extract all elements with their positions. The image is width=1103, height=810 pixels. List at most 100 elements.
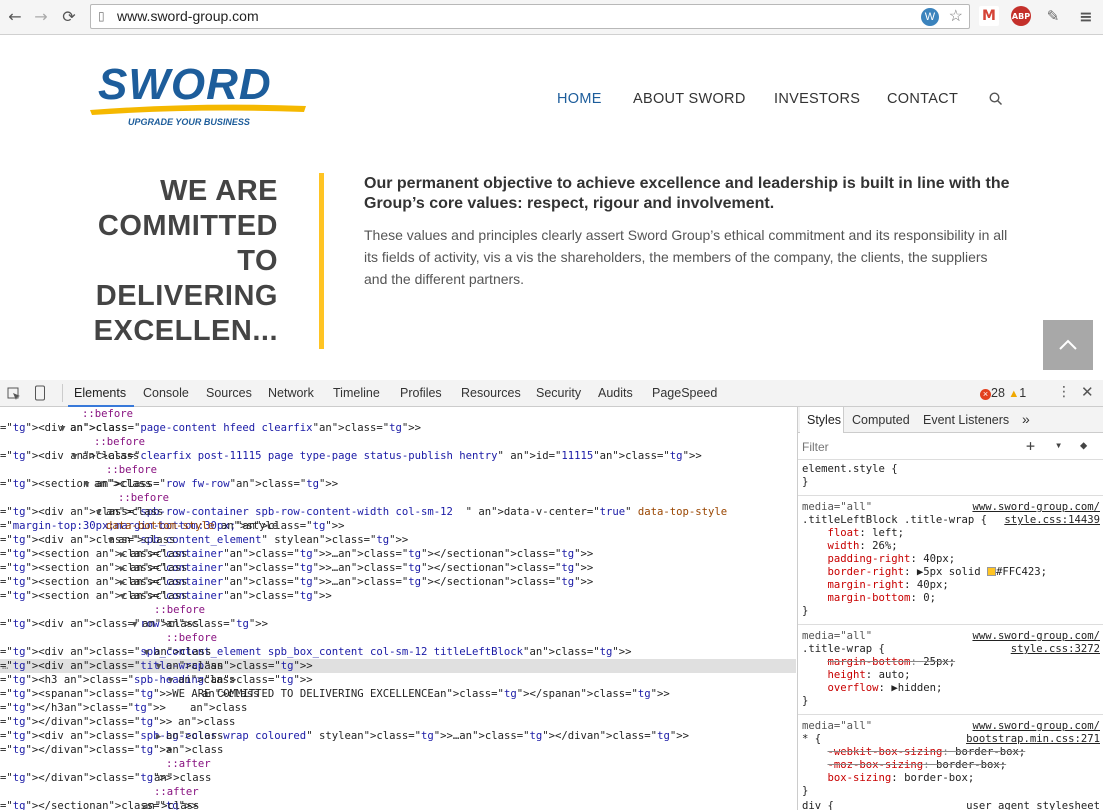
dom-node[interactable]: an">class ="tg"></divan">class="tg">> — [0, 743, 796, 757]
back-to-top-button[interactable] — [1043, 320, 1093, 370]
dom-node[interactable]: data-bottom-style an">style ="margin-top:… — [0, 519, 796, 533]
rule-selector[interactable]: .titleLeftBlock .title-wrap {style.css:1… — [802, 514, 1102, 527]
menu-icon[interactable]: ≡ — [1076, 6, 1096, 26]
tools-icon[interactable]: ✎ — [1043, 6, 1063, 26]
device-mode-icon[interactable] — [34, 385, 46, 405]
expand-toggle-icon[interactable]: ▼ — [84, 478, 94, 492]
tab-styles[interactable]: Styles — [807, 413, 841, 427]
dom-node[interactable]: ▼ an">class ="tg"><section an">class="cont… — [0, 589, 796, 603]
dom-node[interactable]: ▼ an">class ="tg"><div an">class="spb-row-… — [0, 505, 796, 519]
rule-media[interactable]: media="all" www.sword-group.com/ — [802, 720, 1102, 733]
address-bar[interactable]: ▯ www.sword-group.com W ☆ — [90, 4, 970, 29]
tab-console[interactable]: Console — [143, 386, 189, 400]
new-rule-icon[interactable]: + — [1026, 437, 1035, 455]
tab-resources[interactable]: Resources — [461, 386, 521, 400]
style-property[interactable]: margin-right: 40px; — [802, 579, 1102, 592]
dom-node[interactable]: ::before — [0, 407, 796, 421]
dom-node[interactable]: ::before — [0, 603, 796, 617]
style-property[interactable]: border-right: ▶5px solid #FFC423; — [802, 566, 1102, 579]
expand-toggle-icon[interactable]: ▼ — [156, 660, 166, 674]
dom-node[interactable]: ▼ an">class ="tg"><div an">class="clearfix… — [0, 449, 796, 463]
dom-node[interactable]: ▶ an">class ="tg"><section an">class="cont… — [0, 575, 796, 589]
pin-icon[interactable]: ▾ — [1055, 438, 1062, 452]
style-property[interactable]: -moz-box-sizing: border-box; — [802, 759, 1102, 772]
sword-logo[interactable]: SWORD UPGRADE YOUR BUSINESS — [88, 62, 308, 132]
dom-node[interactable]: ::before — [0, 463, 796, 477]
gmail-icon[interactable]: M — [979, 6, 999, 26]
dom-node[interactable]: an">class ="tg"></h3an">class="tg">> — [0, 701, 796, 715]
forward-icon[interactable]: → — [30, 5, 52, 27]
bookmark-star-icon[interactable]: ☆ — [949, 5, 963, 28]
dom-node[interactable]: an">class ="tg"></divan">class="tg">> — [0, 771, 796, 785]
search-icon[interactable] — [989, 91, 1003, 110]
tab-audits[interactable]: Audits — [598, 386, 633, 400]
tab-event-listeners[interactable]: Event Listeners — [923, 413, 1009, 427]
style-property[interactable]: float: left; — [802, 527, 1102, 540]
rule-close[interactable]: } — [802, 785, 1102, 798]
dom-node[interactable]: ▼ an">class ="tg"><section an">class="row … — [0, 477, 796, 491]
dom-node[interactable]: ▼ an">class ="tg"><h3 an">class="spb-headi… — [0, 673, 796, 687]
expand-toggle-icon[interactable]: ▼ — [132, 618, 142, 632]
nav-contact[interactable]: CONTACT — [887, 91, 958, 107]
inspect-icon[interactable] — [7, 386, 21, 405]
tab-elements[interactable]: Elements — [74, 386, 126, 400]
style-property[interactable]: -webkit-box-sizing: border-box; — [802, 746, 1102, 759]
more-options-icon[interactable]: ⋮ — [1057, 384, 1071, 400]
reload-icon[interactable]: ⟳ — [58, 5, 80, 27]
close-devtools-icon[interactable]: ✕ — [1081, 383, 1094, 401]
nav-investors[interactable]: INVESTORS — [774, 91, 860, 107]
expand-toggle-icon[interactable]: ▼ — [168, 674, 178, 688]
dom-node[interactable]: ::before — [0, 631, 796, 645]
rule-media[interactable]: media="all" www.sword-group.com/ — [802, 501, 1102, 514]
wordpress-icon[interactable]: W — [921, 8, 939, 26]
dom-node[interactable]: ::after — [0, 785, 796, 799]
style-property[interactable]: box-sizing: border-box; — [802, 772, 1102, 785]
rule-media[interactable]: media="all" www.sword-group.com/ — [802, 630, 1102, 643]
tab-network[interactable]: Network — [268, 386, 314, 400]
dom-node[interactable]: an">class ="tg"></sectionan">class="tg">> — [0, 799, 796, 810]
rule-selector[interactable]: element.style { — [802, 463, 1102, 476]
dom-node[interactable]: ::after — [0, 757, 796, 771]
rule-close[interactable]: } — [802, 695, 1102, 708]
tab-timeline[interactable]: Timeline — [333, 386, 380, 400]
error-warning-counter[interactable]: × 28 ▲1 — [980, 386, 1026, 400]
tab-computed[interactable]: Computed — [852, 413, 910, 427]
nav-home[interactable]: HOME — [557, 91, 602, 107]
rule-close[interactable]: } — [802, 476, 1102, 489]
more-tabs-icon[interactable]: » — [1022, 411, 1030, 427]
rule-selector[interactable]: div {user agent stylesheet — [802, 800, 1102, 810]
style-property[interactable]: padding-right: 40px; — [802, 553, 1102, 566]
expand-toggle-icon[interactable]: ▼ — [60, 422, 70, 436]
dom-node[interactable]: ::before — [0, 435, 796, 449]
expand-toggle-icon[interactable]: ▼ — [144, 646, 154, 660]
tab-pagespeed[interactable]: PageSpeed — [652, 386, 717, 400]
expand-toggle-icon[interactable]: ▼ — [108, 534, 118, 548]
dom-node[interactable]: ▶ an">class ="tg"><section an">class="cont… — [0, 561, 796, 575]
expand-toggle-icon[interactable]: ▶ — [156, 730, 166, 744]
expand-toggle-icon[interactable]: ▶ — [120, 548, 130, 562]
color-swatch-icon[interactable] — [987, 567, 996, 576]
style-property[interactable]: margin-bottom: 0; — [802, 592, 1102, 605]
dom-node[interactable]: ▶ an">class ="tg"><div an">class="spb-bg-c… — [0, 729, 796, 743]
style-property[interactable]: margin-bottom: 25px; — [802, 656, 1102, 669]
adblock-icon[interactable]: ABP — [1011, 6, 1031, 26]
dom-node[interactable]: ▼ an">class ="tg"><div an">class="row"an">… — [0, 617, 796, 631]
nav-about[interactable]: ABOUT SWORD — [633, 91, 746, 107]
dom-node[interactable]: ▼ an">class ="tg"><div an">class="spb_cont… — [0, 645, 796, 659]
style-property[interactable]: height: auto; — [802, 669, 1102, 682]
dom-node[interactable]: an">class ="tg"><spanan">class="tg">>WE A… — [0, 687, 796, 701]
expand-toggle-icon[interactable]: ▶ — [120, 576, 130, 590]
rule-selector[interactable]: .title-wrap {style.css:3272 — [802, 643, 1102, 656]
back-icon[interactable]: ← — [4, 5, 26, 27]
styles-filter-input[interactable] — [802, 439, 1002, 455]
expand-toggle-icon[interactable]: ▼ — [96, 506, 106, 520]
dom-node[interactable]: ::before — [0, 491, 796, 505]
expand-toggle-icon[interactable]: ▼ — [120, 590, 130, 604]
dom-node[interactable]: … ▼ an">class ="tg"><div an">class="title-w… — [0, 659, 796, 673]
style-property[interactable]: width: 26%; — [802, 540, 1102, 553]
expand-toggle-icon[interactable]: ▶ — [120, 562, 130, 576]
rule-close[interactable]: } — [802, 605, 1102, 618]
tab-sources[interactable]: Sources — [206, 386, 252, 400]
dom-node[interactable]: an">class ="tg"></divan">class="tg">> — [0, 715, 796, 729]
dom-node[interactable]: ▼ an">class ="tg"><div an">class="spb_cont… — [0, 533, 796, 547]
